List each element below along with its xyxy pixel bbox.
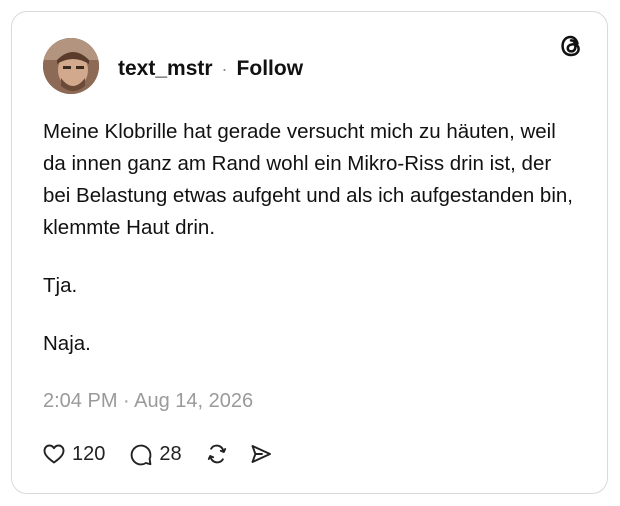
header-separator: ·	[221, 58, 228, 79]
heart-icon	[43, 444, 65, 464]
like-count: 120	[72, 442, 106, 465]
comment-count: 28	[159, 442, 182, 465]
avatar[interactable]	[43, 38, 99, 94]
action-bar: 120 28	[42, 439, 274, 469]
follow-button[interactable]: Follow	[237, 57, 304, 81]
post-card: text_mstr · Follow Meine Klobrille hat g…	[11, 11, 608, 494]
send-icon	[251, 445, 271, 463]
comment-button[interactable]: 28	[129, 442, 182, 466]
post-body: Meine Klobrille hat gerade versucht mich…	[43, 116, 583, 360]
post-timestamp[interactable]: 2:04 PM · Aug 14, 2026	[43, 390, 253, 413]
username[interactable]: text_mstr	[118, 57, 213, 81]
post-paragraph: Tja.	[43, 274, 78, 297]
share-button[interactable]	[248, 441, 274, 467]
comment-bubble-icon	[131, 444, 152, 466]
repost-icon	[207, 444, 226, 464]
avatar-photo	[43, 38, 99, 94]
post-header: text_mstr · Follow	[118, 56, 303, 82]
post-paragraph: Naja.	[43, 332, 91, 355]
post-paragraph: Meine Klobrille hat gerade versucht mich…	[43, 120, 573, 239]
repost-button[interactable]	[204, 441, 230, 467]
threads-logo-icon[interactable]	[557, 32, 585, 60]
like-button[interactable]: 120	[42, 442, 105, 466]
